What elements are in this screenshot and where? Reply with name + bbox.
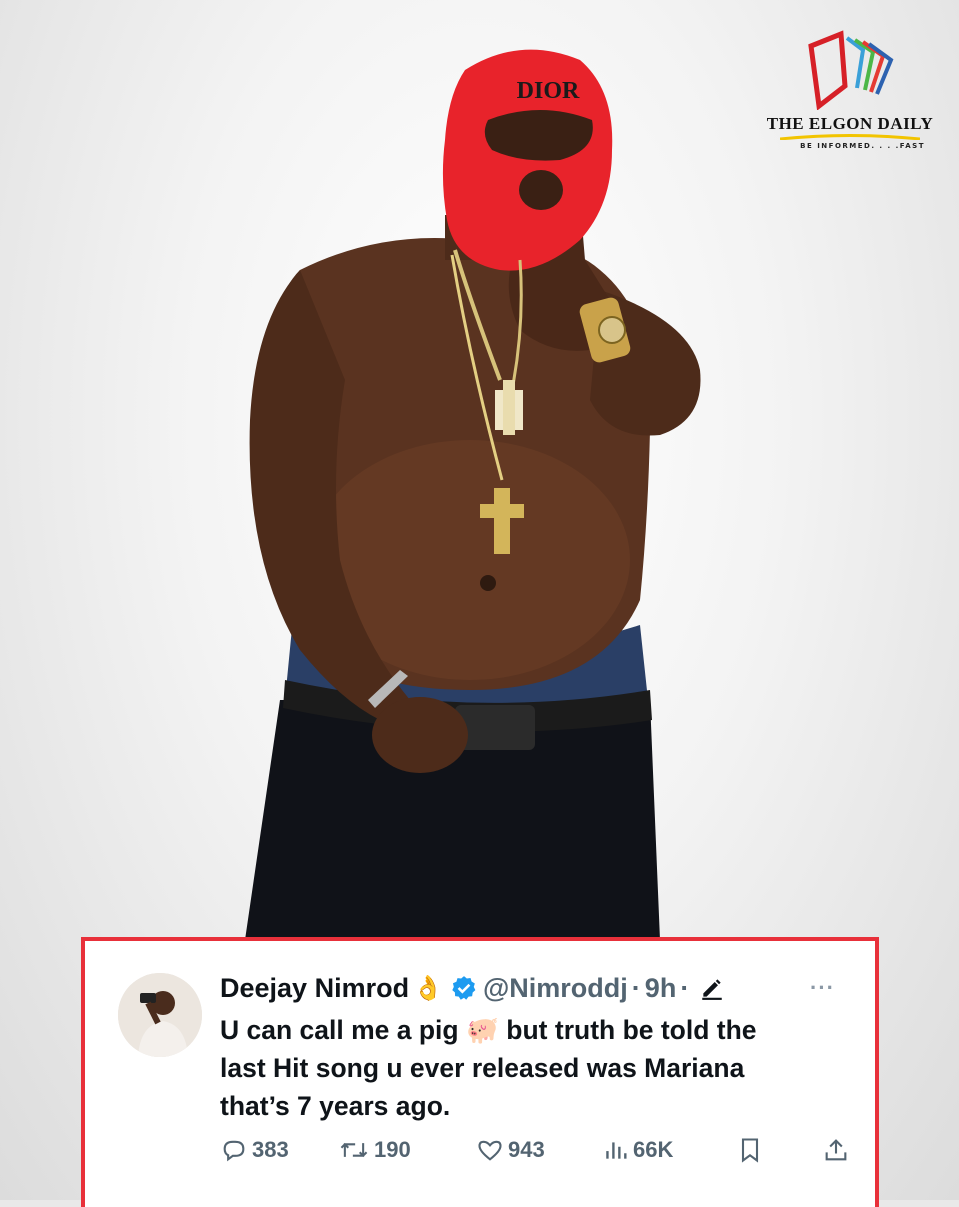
retweet-button[interactable]: 190 xyxy=(338,1136,411,1164)
logo-tagline: BE INFORMED. . . .FAST xyxy=(800,142,925,150)
tweet-card[interactable]: Deejay Nimrod 👌 @Nimroddj · 9h · ··· U c… xyxy=(81,937,879,1207)
retweet-count: 190 xyxy=(374,1137,411,1162)
like-button[interactable]: 943 xyxy=(476,1136,545,1164)
views-button[interactable]: 66K xyxy=(603,1136,673,1164)
reply-button[interactable]: 383 xyxy=(220,1136,289,1164)
heart-icon xyxy=(478,1140,502,1161)
handle[interactable]: @Nimroddj xyxy=(483,973,628,1004)
display-name[interactable]: Deejay Nimrod xyxy=(220,973,409,1004)
reply-count: 383 xyxy=(252,1137,289,1162)
logo-underline xyxy=(780,134,920,140)
like-count: 943 xyxy=(508,1137,545,1162)
tweet-text-line: U can call me a pig 🐖 but truth be told … xyxy=(220,1015,757,1045)
timestamp[interactable]: 9h xyxy=(645,973,677,1004)
retweet-icon xyxy=(340,1142,368,1158)
tweet-actions: 383 190 943 66K xyxy=(220,1136,860,1172)
tweet-header: Deejay Nimrod 👌 @Nimroddj · 9h · xyxy=(220,970,725,1006)
separator: · xyxy=(631,972,641,1003)
bookmark-icon xyxy=(741,1138,759,1163)
more-options-icon[interactable]: ··· xyxy=(810,975,835,1001)
share-icon xyxy=(825,1139,847,1161)
verified-badge-icon xyxy=(451,975,477,1001)
view-count: 66K xyxy=(633,1137,674,1162)
logo-name: THE ELGON DAILY xyxy=(766,114,934,133)
share-button[interactable] xyxy=(822,1136,854,1164)
profile-picture-icon xyxy=(118,973,202,1057)
book-logo-icon xyxy=(808,30,894,110)
reply-icon xyxy=(223,1140,245,1162)
avatar[interactable] xyxy=(118,973,202,1057)
edit-icon[interactable] xyxy=(699,975,725,1001)
tweet-text-line: that’s 7 years ago. xyxy=(220,1091,451,1121)
tweet-text: U can call me a pig 🐖 but truth be told … xyxy=(220,1011,860,1125)
ok-hand-emoji: 👌 xyxy=(413,974,443,1002)
bookmark-button[interactable] xyxy=(736,1136,768,1164)
elgon-daily-logo: THE ELGON DAILY BE INFORMED. . . .FAST xyxy=(755,28,945,168)
separator: · xyxy=(680,972,690,1003)
svg-text:DIOR: DIOR xyxy=(517,78,580,104)
tweet-text-line: last Hit song u ever released was Marian… xyxy=(220,1053,745,1083)
views-icon xyxy=(606,1142,627,1159)
